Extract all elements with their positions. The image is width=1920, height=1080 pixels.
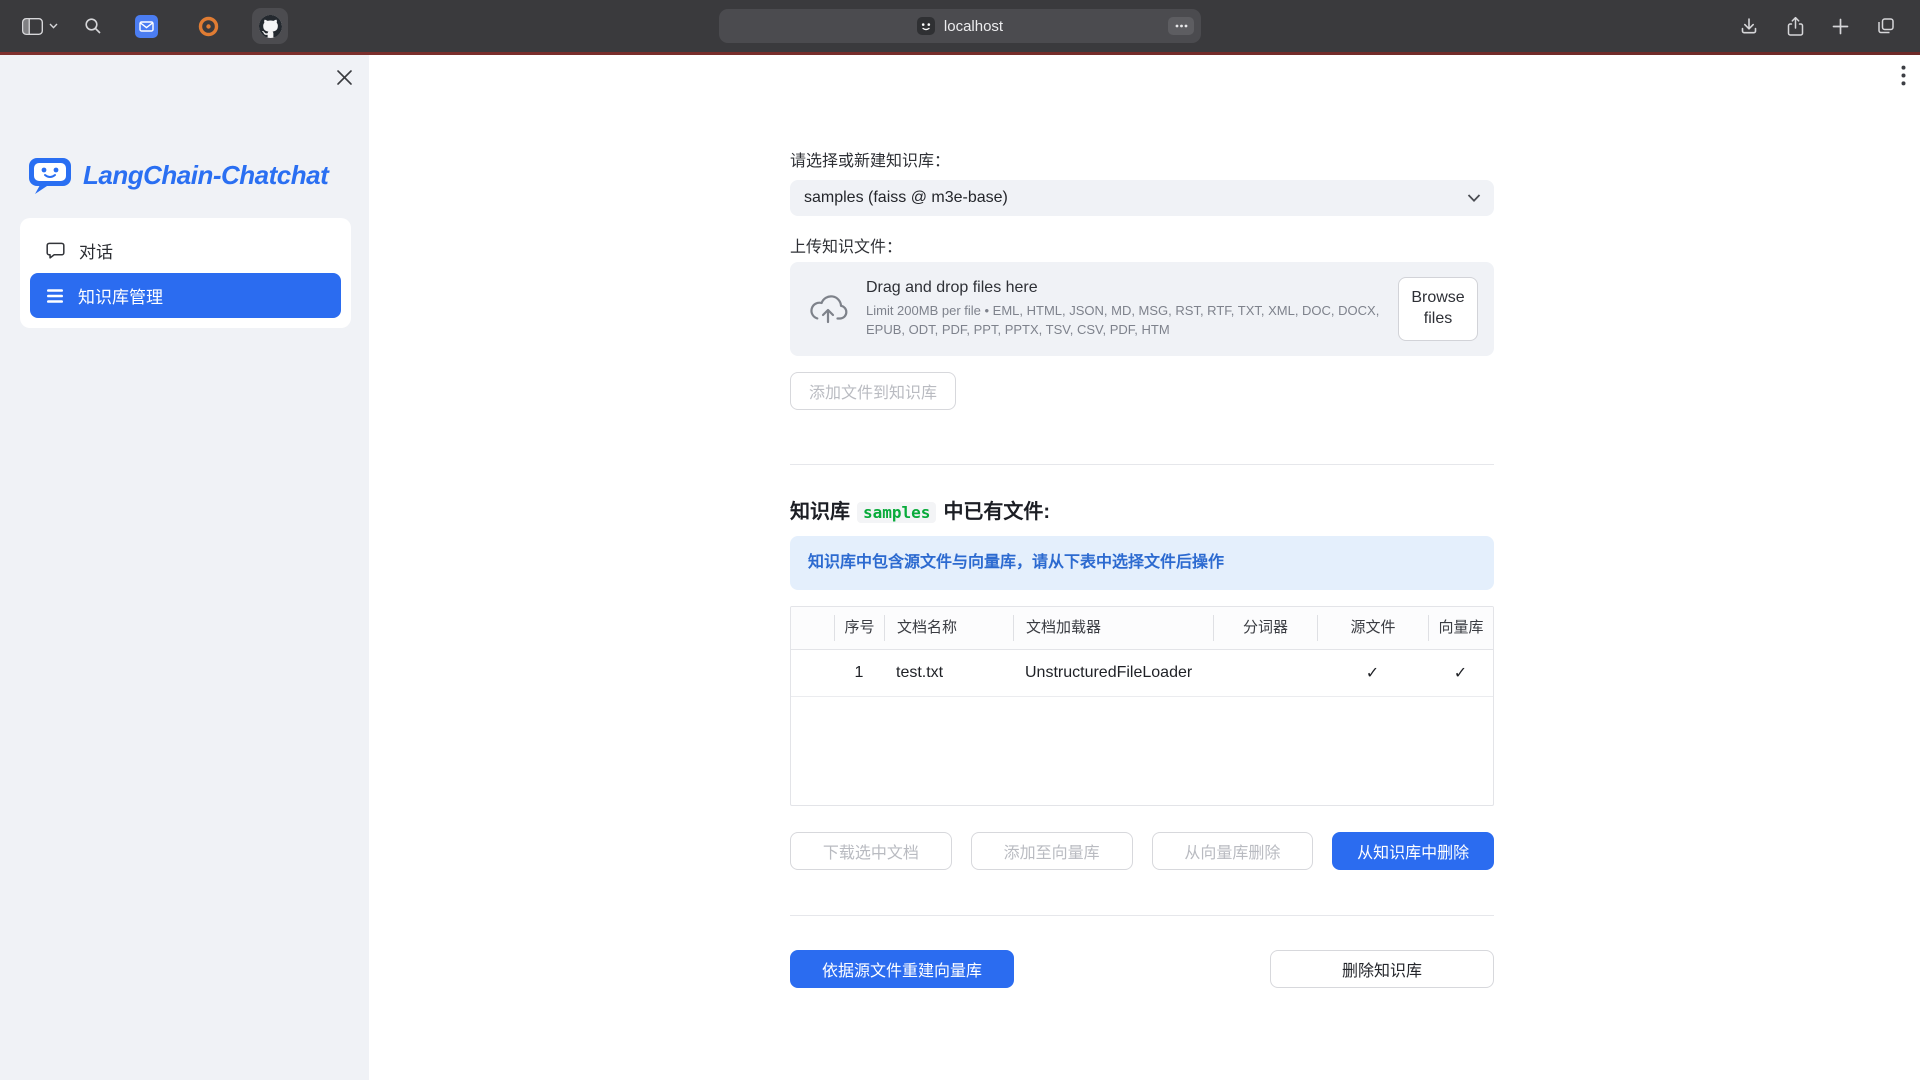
delete-from-kb-button[interactable]: 从知识库中删除: [1332, 832, 1494, 870]
app-logo: LangChain-Chatchat: [27, 155, 328, 195]
kb-select-label: 请选择或新建知识库：: [790, 152, 1494, 172]
download-selected-button[interactable]: 下载选中文档: [790, 832, 952, 870]
table-corner-cell: [791, 615, 834, 641]
new-tab-icon[interactable]: [1832, 18, 1849, 35]
remove-from-vector-button[interactable]: 从向量库删除: [1152, 832, 1314, 870]
streamlit-app: LangChain-Chatchat 对话: [0, 55, 1920, 1080]
table-row[interactable]: 1 test.txt UnstructuredFileLoader ✓ ✓: [791, 650, 1493, 697]
file-action-buttons: 下载选中文档 添加至向量库 从向量库删除 从知识库中删除: [790, 832, 1494, 870]
sidebar-close-icon[interactable]: [336, 69, 353, 86]
col-header-source[interactable]: 源文件: [1317, 615, 1428, 641]
kb-selectbox[interactable]: samples (faiss @ m3e-base): [790, 180, 1494, 216]
add-files-to-kb-button[interactable]: 添加文件到知识库: [790, 372, 956, 410]
uploader-limit-text: Limit 200MB per file • EML, HTML, JSON, …: [866, 302, 1382, 338]
downloads-icon[interactable]: [1739, 16, 1759, 36]
divider: [790, 915, 1494, 916]
col-header-name[interactable]: 文档名称: [884, 615, 1013, 641]
browse-files-button[interactable]: Browse files: [1398, 277, 1478, 341]
uploader-texts: Drag and drop files here Limit 200MB per…: [866, 279, 1382, 338]
address-bar[interactable]: localhost: [719, 9, 1201, 43]
col-header-vector[interactable]: 向量库: [1428, 615, 1493, 641]
chevron-down-icon[interactable]: [49, 23, 58, 29]
share-icon[interactable]: [1786, 16, 1805, 37]
pinned-tab-github[interactable]: [252, 8, 288, 44]
cell-name: test.txt: [884, 664, 1013, 682]
kb-selectbox-value: samples (faiss @ m3e-base): [804, 189, 1008, 207]
tab-overview-icon[interactable]: [1876, 16, 1896, 36]
sidebar-item-dialogue[interactable]: 对话: [30, 228, 341, 273]
cell-vector-check: ✓: [1428, 663, 1493, 683]
cell-no: 1: [834, 664, 884, 682]
pinned-tab-orange[interactable]: [190, 8, 226, 44]
ring-favicon: [197, 15, 220, 38]
logo-chat-bubble-icon: [27, 155, 73, 195]
col-header-splitter[interactable]: 分词器: [1213, 615, 1317, 641]
search-icon[interactable]: [84, 17, 102, 35]
browser-toolbar: localhost: [0, 0, 1920, 52]
sidebar-icon: [22, 18, 43, 35]
col-header-no[interactable]: 序号: [834, 615, 884, 641]
sidebar-item-label: 对话: [79, 238, 113, 263]
page-options-icon[interactable]: [1168, 17, 1194, 35]
rebuild-vector-store-button[interactable]: 依据源文件重建向量库: [790, 950, 1014, 988]
table-header-row: 序号 文档名称 文档加载器 分词器 源文件 向量库: [791, 607, 1493, 650]
kb-files-heading: 知识库 samples 中已有文件:: [790, 495, 1494, 524]
cell-source-check: ✓: [1317, 663, 1428, 683]
sidebar: LangChain-Chatchat 对话: [0, 55, 369, 1080]
selectbox-chevron-icon: [1467, 194, 1481, 203]
heading-prefix: 知识库: [790, 495, 850, 524]
sidebar-nav: 对话 知识库管理: [20, 218, 351, 328]
col-header-loader[interactable]: 文档加载器: [1013, 615, 1213, 641]
site-favicon: [917, 17, 935, 35]
mail-favicon: [135, 15, 158, 38]
cloud-upload-icon: [806, 293, 850, 326]
file-uploader-dropzone[interactable]: Drag and drop files here Limit 200MB per…: [790, 262, 1494, 356]
chat-bubble-icon: [45, 240, 66, 261]
sidebar-item-kb-management[interactable]: 知识库管理: [30, 273, 341, 318]
logo-text: LangChain-Chatchat: [83, 160, 328, 191]
github-icon: [259, 15, 282, 38]
pinned-tab-blue[interactable]: [128, 8, 164, 44]
sidebar-item-label: 知识库管理: [78, 283, 163, 308]
main-content: 请选择或新建知识库： samples (faiss @ m3e-base) 上传…: [790, 55, 1494, 988]
info-banner: 知识库中包含源文件与向量库，请从下表中选择文件后操作: [790, 536, 1494, 590]
kb-name-code: samples: [857, 502, 936, 523]
divider: [790, 464, 1494, 465]
uploader-title: Drag and drop files here: [866, 279, 1382, 297]
upload-label: 上传知识文件：: [790, 238, 1494, 258]
delete-kb-button[interactable]: 删除知识库: [1270, 950, 1494, 988]
url-text: localhost: [944, 18, 1003, 35]
kb-files-table: 序号 文档名称 文档加载器 分词器 源文件 向量库 1 test.txt Uns…: [790, 606, 1494, 806]
app-menu-icon[interactable]: [1901, 65, 1906, 86]
add-to-vector-button[interactable]: 添加至向量库: [971, 832, 1133, 870]
kb-action-buttons: 依据源文件重建向量库 删除知识库: [790, 950, 1494, 988]
kb-list-icon: [45, 286, 65, 306]
heading-suffix: 中已有文件:: [943, 495, 1050, 524]
sidebar-toggle-button[interactable]: [22, 18, 43, 35]
cell-loader: UnstructuredFileLoader: [1013, 664, 1213, 682]
